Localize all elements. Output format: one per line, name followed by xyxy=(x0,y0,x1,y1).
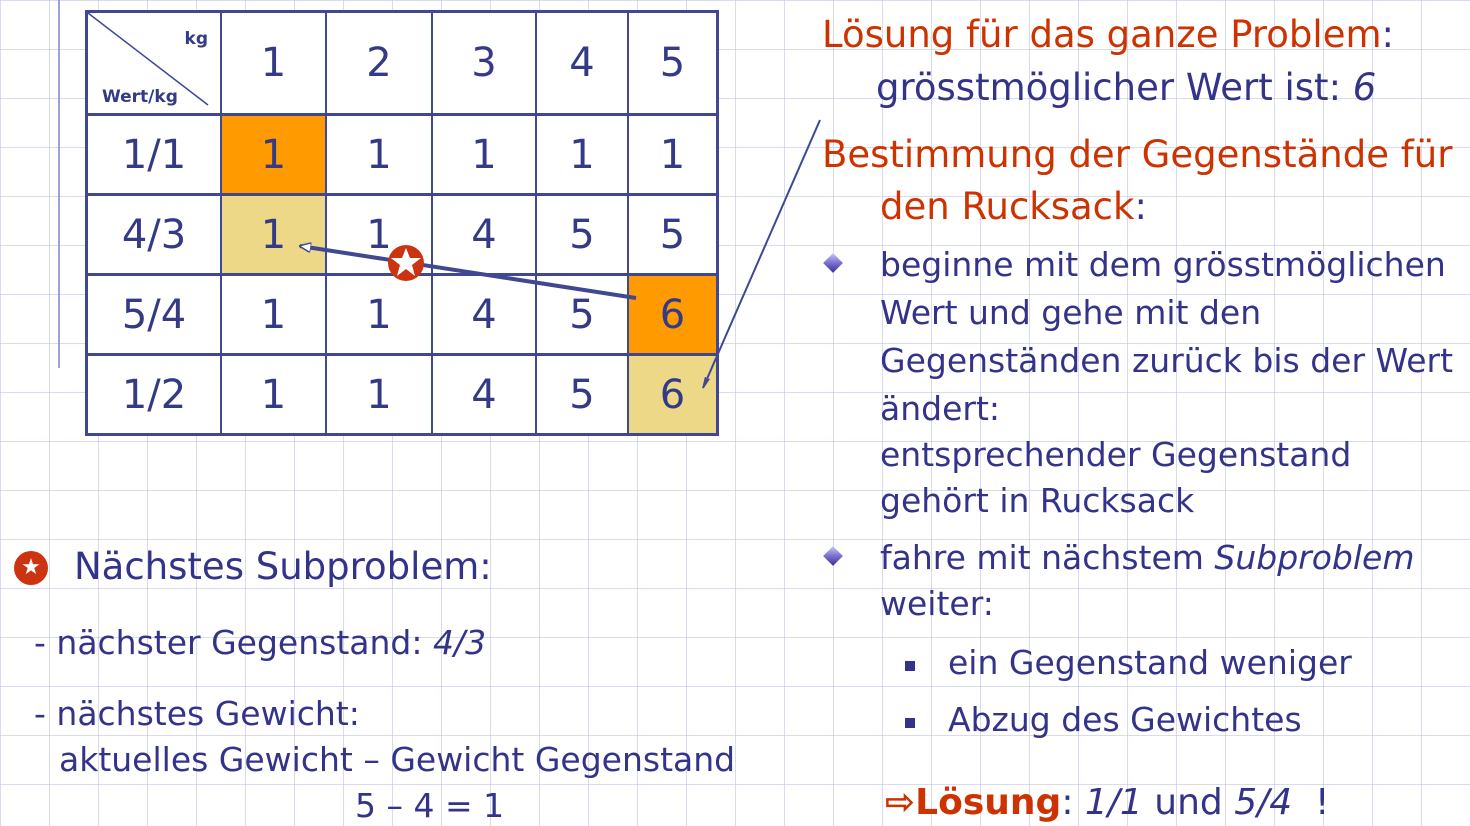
table-cell: 5 xyxy=(537,356,629,433)
table-corner-cell: kg Wert/kg xyxy=(88,13,222,116)
heading-determination: Bestimmung der Gegenstände für xyxy=(822,133,1453,176)
table-cell: 1 xyxy=(629,116,716,196)
square-bullet-icon xyxy=(905,661,915,671)
row-label: 5/4 xyxy=(88,276,222,356)
solution-value-2: 5/4 xyxy=(1234,782,1293,823)
callout-arrow xyxy=(702,119,821,388)
col-header-1: 1 xyxy=(222,13,327,116)
table-cell: 6 xyxy=(629,276,716,356)
table-cell: 1 xyxy=(222,276,327,356)
bullet1-line: ändert: xyxy=(880,389,1001,428)
square-bullet-icon xyxy=(905,718,915,728)
heading-solution: Lösung für das ganze Problem: xyxy=(822,13,1394,56)
col-header-5: 5 xyxy=(629,13,716,116)
corner-label-kg: kg xyxy=(184,29,208,49)
table-cell: 1 xyxy=(327,276,433,356)
bullet1-line: entsprechender Gegenstand xyxy=(880,435,1352,474)
solution-value-1: 1/1 xyxy=(1084,782,1143,823)
next-item-prefix: - nächster Gegenstand: xyxy=(34,623,433,662)
table-cell: 5 xyxy=(537,276,629,356)
table-cell: 4 xyxy=(433,356,537,433)
col-header-4: 4 xyxy=(537,13,629,116)
solution-line: ⇨Lösung: 1/1 und 5/4 ! xyxy=(885,782,1330,823)
bullet1-line: gehört in Rucksack xyxy=(880,481,1195,520)
row-label: 4/3 xyxy=(88,196,222,276)
table-cell: 1 xyxy=(537,116,629,196)
max-value-line: grösstmöglicher Wert ist: 6 xyxy=(876,66,1377,109)
bullet1-line: Wert und gehe mit den xyxy=(880,293,1262,332)
bullet2-line: fahre mit nächstem Subproblem xyxy=(880,538,1415,577)
table-cell: 1 xyxy=(327,196,433,276)
heading-determination-2: den Rucksack: xyxy=(880,185,1147,228)
row-label: 1/2 xyxy=(88,356,222,433)
max-value: 6 xyxy=(1352,66,1377,109)
table-cell: 5 xyxy=(629,196,716,276)
sub-bullet-2: Abzug des Gewichtes xyxy=(948,700,1302,739)
table-cell: 1 xyxy=(433,116,537,196)
bullet1-line: Gegenständen zurück bis der Wert xyxy=(880,341,1454,380)
sub-bullet-1: ein Gegenstand weniger xyxy=(948,643,1352,682)
table-cell: 1 xyxy=(222,116,327,196)
table-cell: 4 xyxy=(433,196,537,276)
row-label: 1/1 xyxy=(88,116,222,196)
diamond-bullet-icon xyxy=(823,253,843,273)
solution-label: Lösung xyxy=(915,782,1062,823)
table-cell: 4 xyxy=(433,276,537,356)
corner-label-wertkg: Wert/kg xyxy=(102,87,178,107)
table-cell: 1 xyxy=(327,356,433,433)
diamond-bullet-icon xyxy=(823,546,843,566)
table-cell: 6 xyxy=(629,356,716,433)
next-item-line: - nächster Gegenstand: 4/3 xyxy=(34,623,486,662)
table-cell: 1 xyxy=(222,196,327,276)
weight-formula: aktuelles Gewicht – Gewicht Gegenstand xyxy=(59,740,736,779)
next-item-value: 4/3 xyxy=(432,623,487,662)
weight-calc: 5 – 4 = 1 xyxy=(355,786,505,825)
col-header-3: 3 xyxy=(433,13,537,116)
arrow-right-icon: ⇨ xyxy=(885,782,916,823)
knapsack-table: kg Wert/kg 1 2 3 4 5 1/1 1 1 1 1 1 4/3 1… xyxy=(85,10,719,436)
table-cell: 1 xyxy=(222,356,327,433)
left-margin-line xyxy=(58,0,60,368)
table-cell: 5 xyxy=(537,196,629,276)
table-cell: 1 xyxy=(327,116,433,196)
bullet1-line: beginne mit dem grösstmöglichen xyxy=(880,245,1446,284)
next-weight-line: - nächstes Gewicht: xyxy=(34,694,360,733)
subproblem-title: Nächstes Subproblem: xyxy=(74,545,492,588)
bullet2-line2: weiter: xyxy=(880,584,994,623)
red-star-icon: ★ xyxy=(14,551,48,585)
col-header-2: 2 xyxy=(327,13,433,116)
